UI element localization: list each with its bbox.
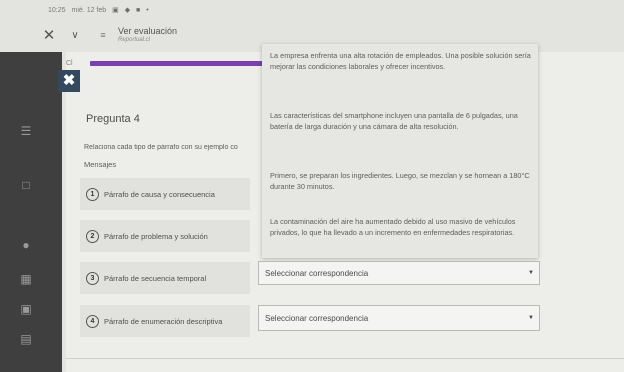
progress-bar-fill <box>90 61 266 66</box>
item-number: 1 <box>86 187 99 201</box>
select-value: Seleccionar correspondencia <box>265 313 369 323</box>
select-correspondence-4[interactable]: Seleccionar correspondencia ▼ <box>258 305 540 331</box>
status-bar: 10:25 mié. 12 feb ▣ ◆ ■ • <box>0 0 624 20</box>
item-number: 2 <box>86 229 99 243</box>
select-correspondence-3[interactable]: Seleccionar correspondencia ▼ <box>258 261 540 285</box>
close-panel-button[interactable]: ✖ <box>58 70 80 92</box>
question-title: Pregunta 4 <box>86 113 140 125</box>
item-label: Párrafo de causa y consecuencia <box>104 189 215 199</box>
rail-doc-icon[interactable]: ▤ <box>18 332 34 346</box>
select-value: Seleccionar correspondencia <box>265 268 369 278</box>
match-item-1: 1 Párrafo de causa y consecuencia <box>80 178 250 210</box>
close-icon[interactable]: ✕ <box>38 26 60 44</box>
title-block: Ver evaluación Reportual.cl <box>118 26 178 43</box>
caret-down-icon: ▼ <box>528 270 534 276</box>
rail-small-label: Cl <box>66 60 73 67</box>
item-number: 3 <box>86 271 99 285</box>
question-instructions: Relaciona cada tipo de párrafo con su ej… <box>84 144 238 151</box>
match-item-2: 2 Párrafo de problema y solución <box>80 220 250 252</box>
bottom-divider <box>66 358 624 359</box>
item-label: Párrafo de secuencia temporal <box>104 273 207 283</box>
status-date: mié. 12 feb <box>71 6 107 14</box>
left-rail: ☰ □ ● ▦ ▣ ▤ <box>0 52 62 372</box>
screen: 10:25 mié. 12 feb ▣ ◆ ■ • ✕ ∨ ≡ Ver eval… <box>0 0 624 372</box>
item-number: 4 <box>86 314 99 328</box>
rail-menu-icon[interactable]: ☰ <box>18 124 34 138</box>
option-1[interactable]: La empresa enfrenta una alta rotación de… <box>270 50 532 72</box>
option-4[interactable]: La contaminación del aire ha aumentado d… <box>270 216 532 238</box>
page-title: Ver evaluación <box>118 26 178 37</box>
messages-label: Mensajes <box>84 160 117 169</box>
item-label: Párrafo de enumeración descriptiva <box>104 316 223 326</box>
option-2[interactable]: Las características del smartphone inclu… <box>270 110 532 132</box>
rail-chat-icon[interactable]: ▣ <box>18 302 34 316</box>
rail-calendar-icon[interactable]: ▦ <box>18 272 34 286</box>
item-label: Párrafo de problema y solución <box>104 231 208 241</box>
page-url: Reportual.cl <box>118 36 151 43</box>
options-dropdown-list: La empresa enfrenta una alta rotación de… <box>262 44 538 258</box>
tabs-icon[interactable]: ≡ <box>92 30 114 40</box>
rail-book-icon[interactable]: □ <box>18 178 34 192</box>
caret-down-icon: ▼ <box>528 315 534 321</box>
rail-people-icon[interactable]: ● <box>18 238 34 252</box>
chevron-down-icon[interactable]: ∨ <box>64 30 86 41</box>
match-item-3: 3 Párrafo de secuencia temporal <box>80 262 250 294</box>
status-time: 10:25 <box>48 6 66 14</box>
match-item-4: 4 Párrafo de enumeración descriptiva <box>80 305 250 337</box>
status-icons: ▣ ◆ ■ • <box>112 7 151 14</box>
option-3[interactable]: Primero, se preparan los ingredientes. L… <box>270 170 532 192</box>
